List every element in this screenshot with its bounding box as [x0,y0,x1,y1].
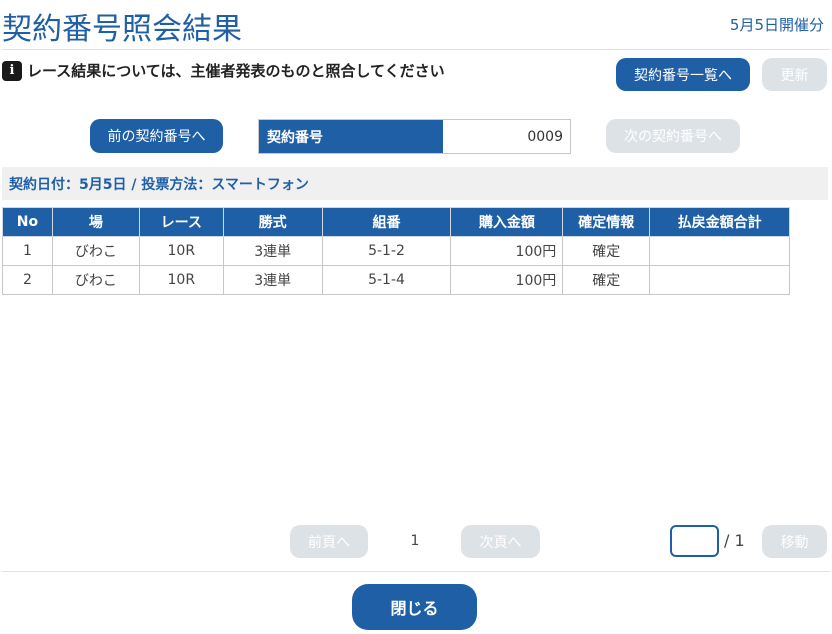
move-page-button[interactable]: 移動 [762,525,827,558]
contract-number-value: 0009 [443,120,570,153]
cell-amount: 100円 [450,236,564,266]
cell-venue: びわこ [51,265,140,295]
column-header-no: No [2,207,53,237]
contract-list-button[interactable]: 契約番号一覧へ [616,58,750,91]
contract-number-box: 契約番号 0009 [258,119,571,154]
table-header-row: No 場 レース 勝式 組番 購入金額 確定情報 払戻金額合計 [2,207,790,237]
column-header-amount: 購入金額 [450,207,564,237]
info-icon: i [2,60,22,81]
refresh-button[interactable]: 更新 [762,58,827,91]
prev-page-button[interactable]: 前頁へ [290,525,368,558]
title-divider [2,49,830,50]
column-header-venue: 場 [51,207,140,237]
cell-combination: 5-1-4 [321,265,452,295]
cell-venue: びわこ [51,236,140,266]
cell-no: 2 [2,265,53,295]
column-header-race: レース [138,207,224,237]
cell-payout [649,236,790,266]
event-date-label: 5月5日開催分 [729,16,824,34]
contract-info-bar: 契約日付：5月5日 / 投票方法：スマートフォン [2,167,828,200]
current-page-number: 1 [410,533,420,549]
cell-status: 確定 [562,236,651,266]
cell-race: 10R [138,236,224,266]
next-page-button[interactable]: 次頁へ [461,525,540,558]
notice-text: レース結果については、主催者発表のものと照合してください [27,62,445,80]
table-row: 2 びわこ 10R 3連単 5-1-4 100円 確定 [2,265,790,295]
cell-payout [649,265,790,295]
cell-status: 確定 [562,265,651,295]
page-number-input[interactable] [670,525,719,557]
cell-amount: 100円 [450,265,564,295]
cell-race: 10R [138,265,224,295]
cell-combination: 5-1-2 [321,236,452,266]
contract-number-label: 契約番号 [259,120,443,153]
footer-divider [2,571,830,572]
close-button[interactable]: 閉じる [352,584,477,630]
notice: i レース結果については、主催者発表のものと照合してください [2,60,445,81]
results-table: No 場 レース 勝式 組番 購入金額 確定情報 払戻金額合計 1 びわこ 10… [2,207,790,295]
cell-bet-type: 3連単 [222,265,323,295]
table-row: 1 びわこ 10R 3連単 5-1-2 100円 確定 [2,236,790,266]
column-header-status: 確定情報 [562,207,651,237]
column-header-payout: 払戻金額合計 [649,207,790,237]
page-total-label: / 1 [724,531,745,550]
prev-contract-button[interactable]: 前の契約番号へ [90,119,223,153]
column-header-combination: 組番 [321,207,452,237]
cell-no: 1 [2,236,53,266]
page-title: 契約番号照会結果 [2,12,242,47]
cell-bet-type: 3連単 [222,236,323,266]
column-header-bet-type: 勝式 [222,207,323,237]
next-contract-button[interactable]: 次の契約番号へ [606,119,740,153]
